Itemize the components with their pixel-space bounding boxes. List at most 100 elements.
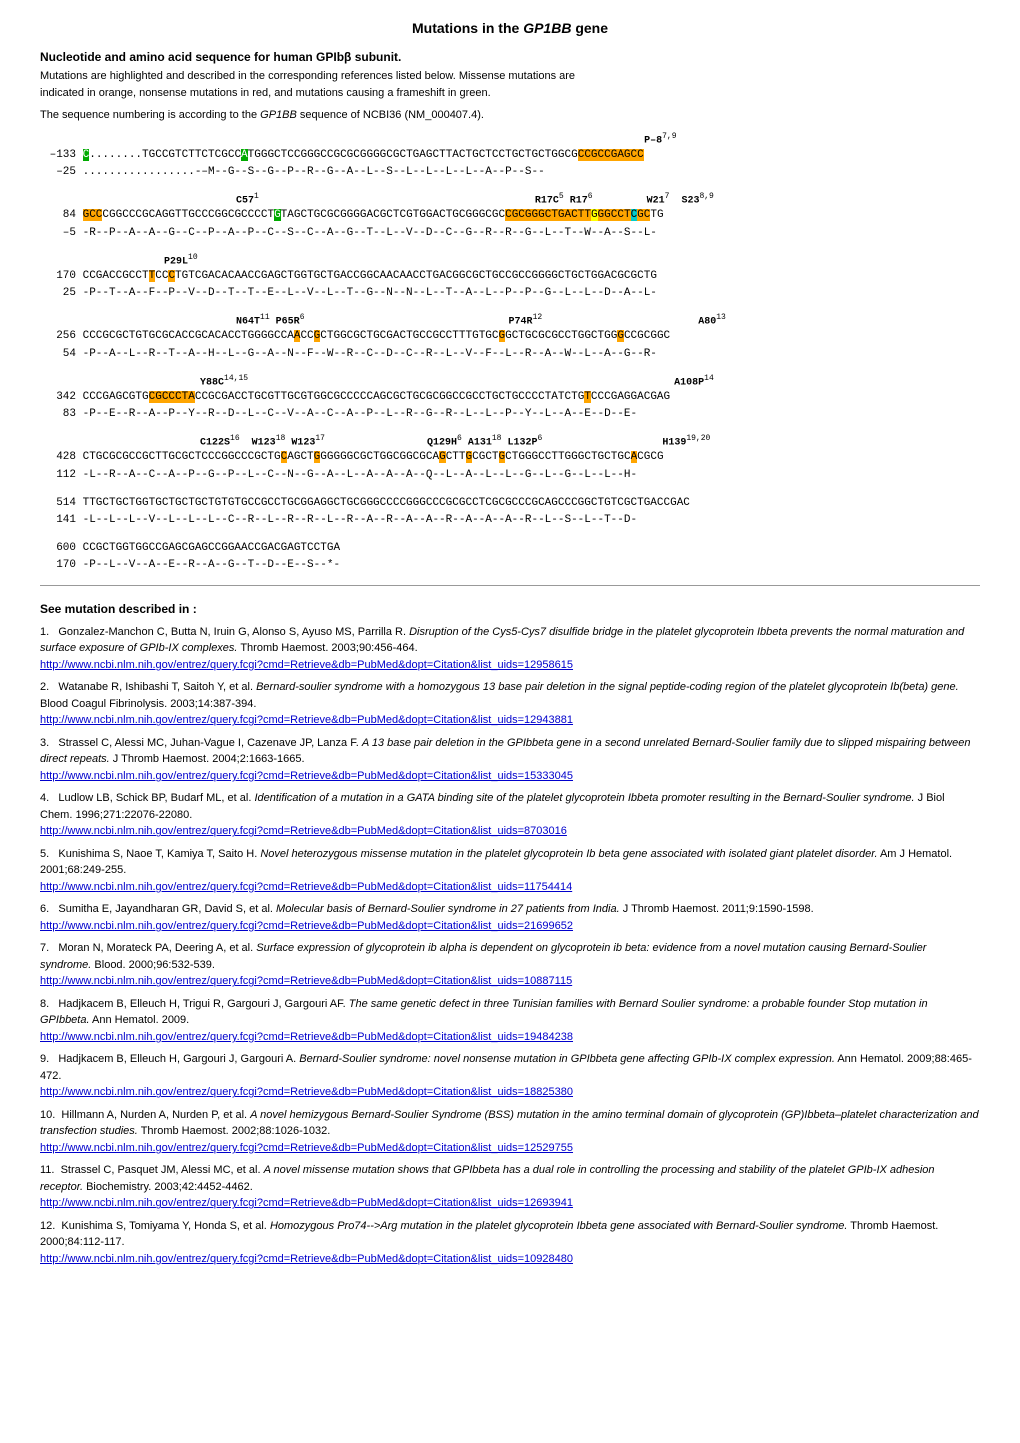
reference-6: 6. Sumitha E, Jayandharan GR, David S, e…: [40, 901, 980, 934]
annotation-n64-p65-p74-a80: N64T11 P65R6 P74R12 A8013: [80, 313, 980, 328]
seq-num-514: 514: [40, 495, 76, 513]
seq-num-428: 428: [40, 449, 76, 467]
seq-content-342: CCCGAGCGTGCGCCCTACCGCGACCTGCGTTGCGTGGCGC…: [76, 389, 670, 407]
annotation-p29l: P29L10: [80, 253, 980, 268]
seq-line-600: 600 CCGCTGGTGGCCGAGCGAGCCGGAACCGACGAGTCC…: [40, 540, 980, 558]
ref-num-8: 8.: [40, 998, 55, 1010]
reference-4: 4. Ludlow LB, Schick BP, Budarf ML, et a…: [40, 790, 980, 840]
references-list: 1. Gonzalez-Manchon C, Butta N, Iruin G,…: [40, 624, 980, 1268]
ref-link-10[interactable]: http://www.ncbi.nlm.nih.gov/entrez/query…: [40, 1140, 980, 1157]
ref-link-3[interactable]: http://www.ncbi.nlm.nih.gov/entrez/query…: [40, 768, 980, 785]
sequence-numbering-note: The sequence numbering is according to t…: [40, 107, 980, 124]
sequence-block-8: 600 CCGCTGGTGGCCGAGCGAGCCGGAACCGACGAGTCC…: [40, 540, 980, 575]
ref-text-1: Gonzalez-Manchon C, Butta N, Iruin G, Al…: [40, 626, 964, 655]
sequence-block-7: 514 TTGCTGCTGGTGCTGCTGCTGTGTGCCGCCTGCGGA…: [40, 495, 980, 530]
section-divider: [40, 585, 980, 586]
ref-link-4[interactable]: http://www.ncbi.nlm.nih.gov/entrez/query…: [40, 823, 980, 840]
seq-line-342: 342 CCCGAGCGTGCGCCCTACCGCGACCTGCGTTGCGTG…: [40, 389, 980, 407]
seq-line-141: 141 -L--L--L--V--L--L--L--C--R--L--R--R-…: [40, 512, 980, 530]
ref-link-11[interactable]: http://www.ncbi.nlm.nih.gov/entrez/query…: [40, 1195, 980, 1212]
ref-text-6: Sumitha E, Jayandharan GR, David S, et a…: [58, 903, 813, 915]
seq-content-256: CCCGCGCTGTGCGCACCGCACACCTGGGGCCAACCGCTGG…: [76, 328, 670, 346]
ref-text-3: Strassel C, Alessi MC, Juhan-Vague I, Ca…: [40, 737, 970, 766]
seq-content-170b: -P--L--V--A--E--R--A--G--T--D--E--S--*-: [76, 557, 340, 575]
ref-link-8[interactable]: http://www.ncbi.nlm.nih.gov/entrez/query…: [40, 1029, 980, 1046]
seq-num-83: 83: [40, 406, 76, 424]
reference-1: 1. Gonzalez-Manchon C, Butta N, Iruin G,…: [40, 624, 980, 674]
seq-content-83: -P--E--R--A--P--Y--R--D--L--C--V--A--C--…: [76, 406, 637, 424]
seq-line-84: 84 GCCCGGCCCGCAGGTTGCCCGGCGCCCCTGTAGCTGC…: [40, 207, 980, 225]
ref-link-2[interactable]: http://www.ncbi.nlm.nih.gov/entrez/query…: [40, 712, 980, 729]
reference-12: 12. Kunishima S, Tomiyama Y, Honda S, et…: [40, 1218, 980, 1268]
seq-line-54: 54 -P--A--L--R--T--A--H--L--G--A--N--F--…: [40, 346, 980, 364]
ref-num-7: 7.: [40, 942, 55, 954]
reference-3: 3. Strassel C, Alessi MC, Juhan-Vague I,…: [40, 735, 980, 785]
sequence-block-4: N64T11 P65R6 P74R12 A8013 256 CCCGCGCTGT…: [40, 313, 980, 364]
reference-7: 7. Moran N, Morateck PA, Deering A, et a…: [40, 940, 980, 990]
seq-num-141: 141: [40, 512, 76, 530]
ref-link-7[interactable]: http://www.ncbi.nlm.nih.gov/entrez/query…: [40, 973, 980, 990]
reference-2: 2. Watanabe R, Ishibashi T, Saitoh Y, et…: [40, 679, 980, 729]
annotation-c122-w123-q129-a131-l132-h139: C122S16 W12318 W12317 Q129H6 A13118 L132…: [80, 434, 980, 449]
seq-num-170b: 170: [40, 557, 76, 575]
seq-content-600: CCGCTGGTGGCCGAGCGAGCCGGAACCGACGAGTCCTGA: [76, 540, 340, 558]
seq-line-170: 170 CCGACCGCCTTCCCTGTCGACACAACCGAGCTGGTG…: [40, 268, 980, 286]
ref-num-9: 9.: [40, 1053, 55, 1065]
ref-link-6[interactable]: http://www.ncbi.nlm.nih.gov/entrez/query…: [40, 918, 980, 935]
ref-link-1[interactable]: http://www.ncbi.nlm.nih.gov/entrez/query…: [40, 657, 980, 674]
seq-content-25: -P--T--A--F--P--V--D--T--T--E--L--V--L--…: [76, 285, 657, 303]
seq-line-112: 112 -L--R--A--C--A--P--G--P--L--C--N--G-…: [40, 467, 980, 485]
ref-num-11: 11.: [40, 1164, 58, 1176]
seq-num-112: 112: [40, 467, 76, 485]
nucleotide-section-title: Nucleotide and amino acid sequence for h…: [40, 50, 980, 64]
ref-num-3: 3.: [40, 737, 55, 749]
reference-5: 5. Kunishima S, Naoe T, Kamiya T, Saito …: [40, 846, 980, 896]
seq-content-133: C........TGCCGTCTTCTCGCCATGGGCTCCGGGCCGC…: [76, 147, 644, 165]
seq-content-m5: -R--P--A--A--G--C--P--A--P--C--S--C--A--…: [76, 225, 657, 243]
seq-num-25: 25: [40, 285, 76, 303]
ref-text-5: Kunishima S, Naoe T, Kamiya T, Saito H. …: [40, 848, 952, 877]
sequence-block-6: C122S16 W12318 W12317 Q129H6 A13118 L132…: [40, 434, 980, 485]
ref-link-5[interactable]: http://www.ncbi.nlm.nih.gov/entrez/query…: [40, 879, 980, 896]
seq-num-m5: –5: [40, 225, 76, 243]
seq-num-54: 54: [40, 346, 76, 364]
sequence-block-2: C571 R17C5 R176 W217 S238,9 84 GCCCGGCCC…: [40, 192, 980, 243]
annotation-p8: P–87,9: [80, 132, 980, 147]
ref-num-5: 5.: [40, 848, 55, 860]
seq-line-133: –133 C........TGCCGTCTTCTCGCCATGGGCTCCGG…: [40, 147, 980, 165]
ref-text-7: Moran N, Morateck PA, Deering A, et al. …: [40, 942, 926, 971]
seq-content-141: -L--L--L--V--L--L--L--C--R--L--R--R--L--…: [76, 512, 637, 530]
ref-text-8: Hadjkacem B, Elleuch H, Trigui R, Gargou…: [40, 998, 928, 1027]
ref-text-2: Watanabe R, Ishibashi T, Saitoh Y, et al…: [40, 681, 959, 710]
seq-num-84: 84: [40, 207, 76, 225]
ref-num-10: 10.: [40, 1109, 58, 1121]
references-title: See mutation described in :: [40, 602, 980, 616]
seq-line-83: 83 -P--E--R--A--P--Y--R--D--L--C--V--A--…: [40, 406, 980, 424]
reference-11: 11. Strassel C, Pasquet JM, Alessi MC, e…: [40, 1162, 980, 1212]
seq-line-428: 428 CTGCGCGCCGCTTGCGCTCCCGGCCCGCTGCAGCTG…: [40, 449, 980, 467]
ref-text-4: Ludlow LB, Schick BP, Budarf ML, et al. …: [40, 792, 945, 821]
seq-num-342: 342: [40, 389, 76, 407]
seq-num-133: –133: [40, 147, 76, 165]
seq-content-54: -P--A--L--R--T--A--H--L--G--A--N--F--W--…: [76, 346, 657, 364]
seq-content-m25: .................-–M--G--S--G--P--R--G--…: [76, 164, 545, 182]
seq-line-m5: –5 -R--P--A--A--G--C--P--A--P--C--S--C--…: [40, 225, 980, 243]
ref-num-6: 6.: [40, 903, 55, 915]
ref-link-12[interactable]: http://www.ncbi.nlm.nih.gov/entrez/query…: [40, 1251, 980, 1268]
ref-text-9: Hadjkacem B, Elleuch H, Gargouri J, Garg…: [40, 1053, 972, 1082]
page-title: Mutations in the GP1BB gene: [40, 20, 980, 36]
seq-line-514: 514 TTGCTGCTGGTGCTGCTGCTGTGTGCCGCCTGCGGA…: [40, 495, 980, 513]
ref-text-12: Kunishima S, Tomiyama Y, Honda S, et al.…: [40, 1220, 938, 1249]
seq-line-m25: –25 .................-–M--G--S--G--P--R-…: [40, 164, 980, 182]
seq-content-170: CCGACCGCCTTCCCTGTCGACACAACCGAGCTGGTGCTGA…: [76, 268, 657, 286]
ref-link-9[interactable]: http://www.ncbi.nlm.nih.gov/entrez/query…: [40, 1084, 980, 1101]
intro-description: Mutations are highlighted and described …: [40, 68, 980, 101]
ref-num-2: 2.: [40, 681, 55, 693]
seq-content-84: GCCCGGCCCGCAGGTTGCCCGGCGCCCCTGTAGCTGCGCG…: [76, 207, 664, 225]
ref-text-10: Hillmann A, Nurden A, Nurden P, et al. A…: [40, 1109, 979, 1138]
sequence-block-3: P29L10 170 CCGACCGCCTTCCCTGTCGACACAACCGA…: [40, 253, 980, 304]
annotation-y88-a108: Y88C14,15 A108P14: [80, 374, 980, 389]
reference-10: 10. Hillmann A, Nurden A, Nurden P, et a…: [40, 1107, 980, 1157]
reference-9: 9. Hadjkacem B, Elleuch H, Gargouri J, G…: [40, 1051, 980, 1101]
reference-8: 8. Hadjkacem B, Elleuch H, Trigui R, Gar…: [40, 996, 980, 1046]
